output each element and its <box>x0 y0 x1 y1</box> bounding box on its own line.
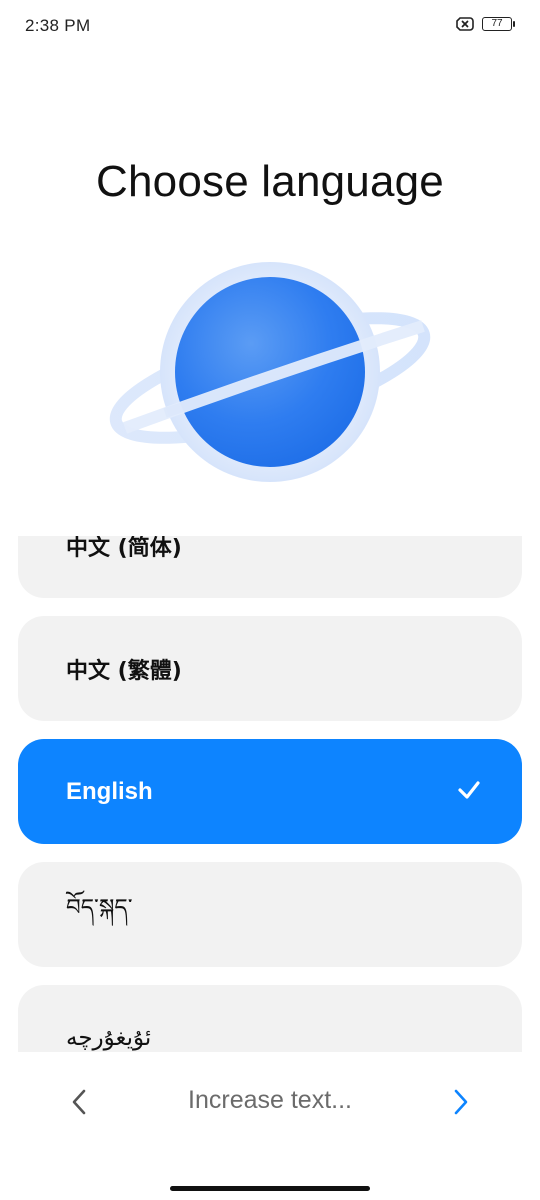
language-label: English <box>66 777 153 805</box>
language-label: 中文 (繁體) <box>66 658 182 684</box>
increase-text-button[interactable]: Increase text... <box>150 1086 390 1115</box>
planet-icon <box>105 258 435 488</box>
status-icons: 77 <box>456 17 515 31</box>
status-time: 2:38 PM <box>25 16 91 35</box>
chevron-right-icon[interactable] <box>446 1086 474 1118</box>
language-label: བོད་སྐད་ <box>66 895 133 921</box>
language-item-english[interactable]: English <box>18 739 522 844</box>
bottom-nav: Increase text... <box>0 1070 540 1134</box>
language-label: 中文 (简体) <box>66 536 182 561</box>
status-bar: 2:38 PM 77 <box>0 0 540 52</box>
page-title: Choose language <box>96 157 444 207</box>
language-item-zh-hans[interactable]: 中文 (简体) <box>18 536 522 598</box>
battery-icon: 77 <box>482 17 515 31</box>
check-icon <box>456 777 482 803</box>
language-item-tibetan[interactable]: བོད་སྐད་ <box>18 862 522 967</box>
language-item-uyghur[interactable]: ئۇيغۇرچە <box>18 985 522 1052</box>
language-list[interactable]: 中文 (简体) 中文 (繁體) English བོད་སྐད་ ئۇيغۇرچ… <box>0 536 540 1052</box>
sim-off-icon <box>456 17 474 31</box>
home-indicator[interactable] <box>170 1186 370 1191</box>
language-item-zh-hant[interactable]: 中文 (繁體) <box>18 616 522 721</box>
chevron-left-icon[interactable] <box>66 1086 94 1118</box>
language-label: ئۇيغۇرچە <box>66 1024 152 1051</box>
